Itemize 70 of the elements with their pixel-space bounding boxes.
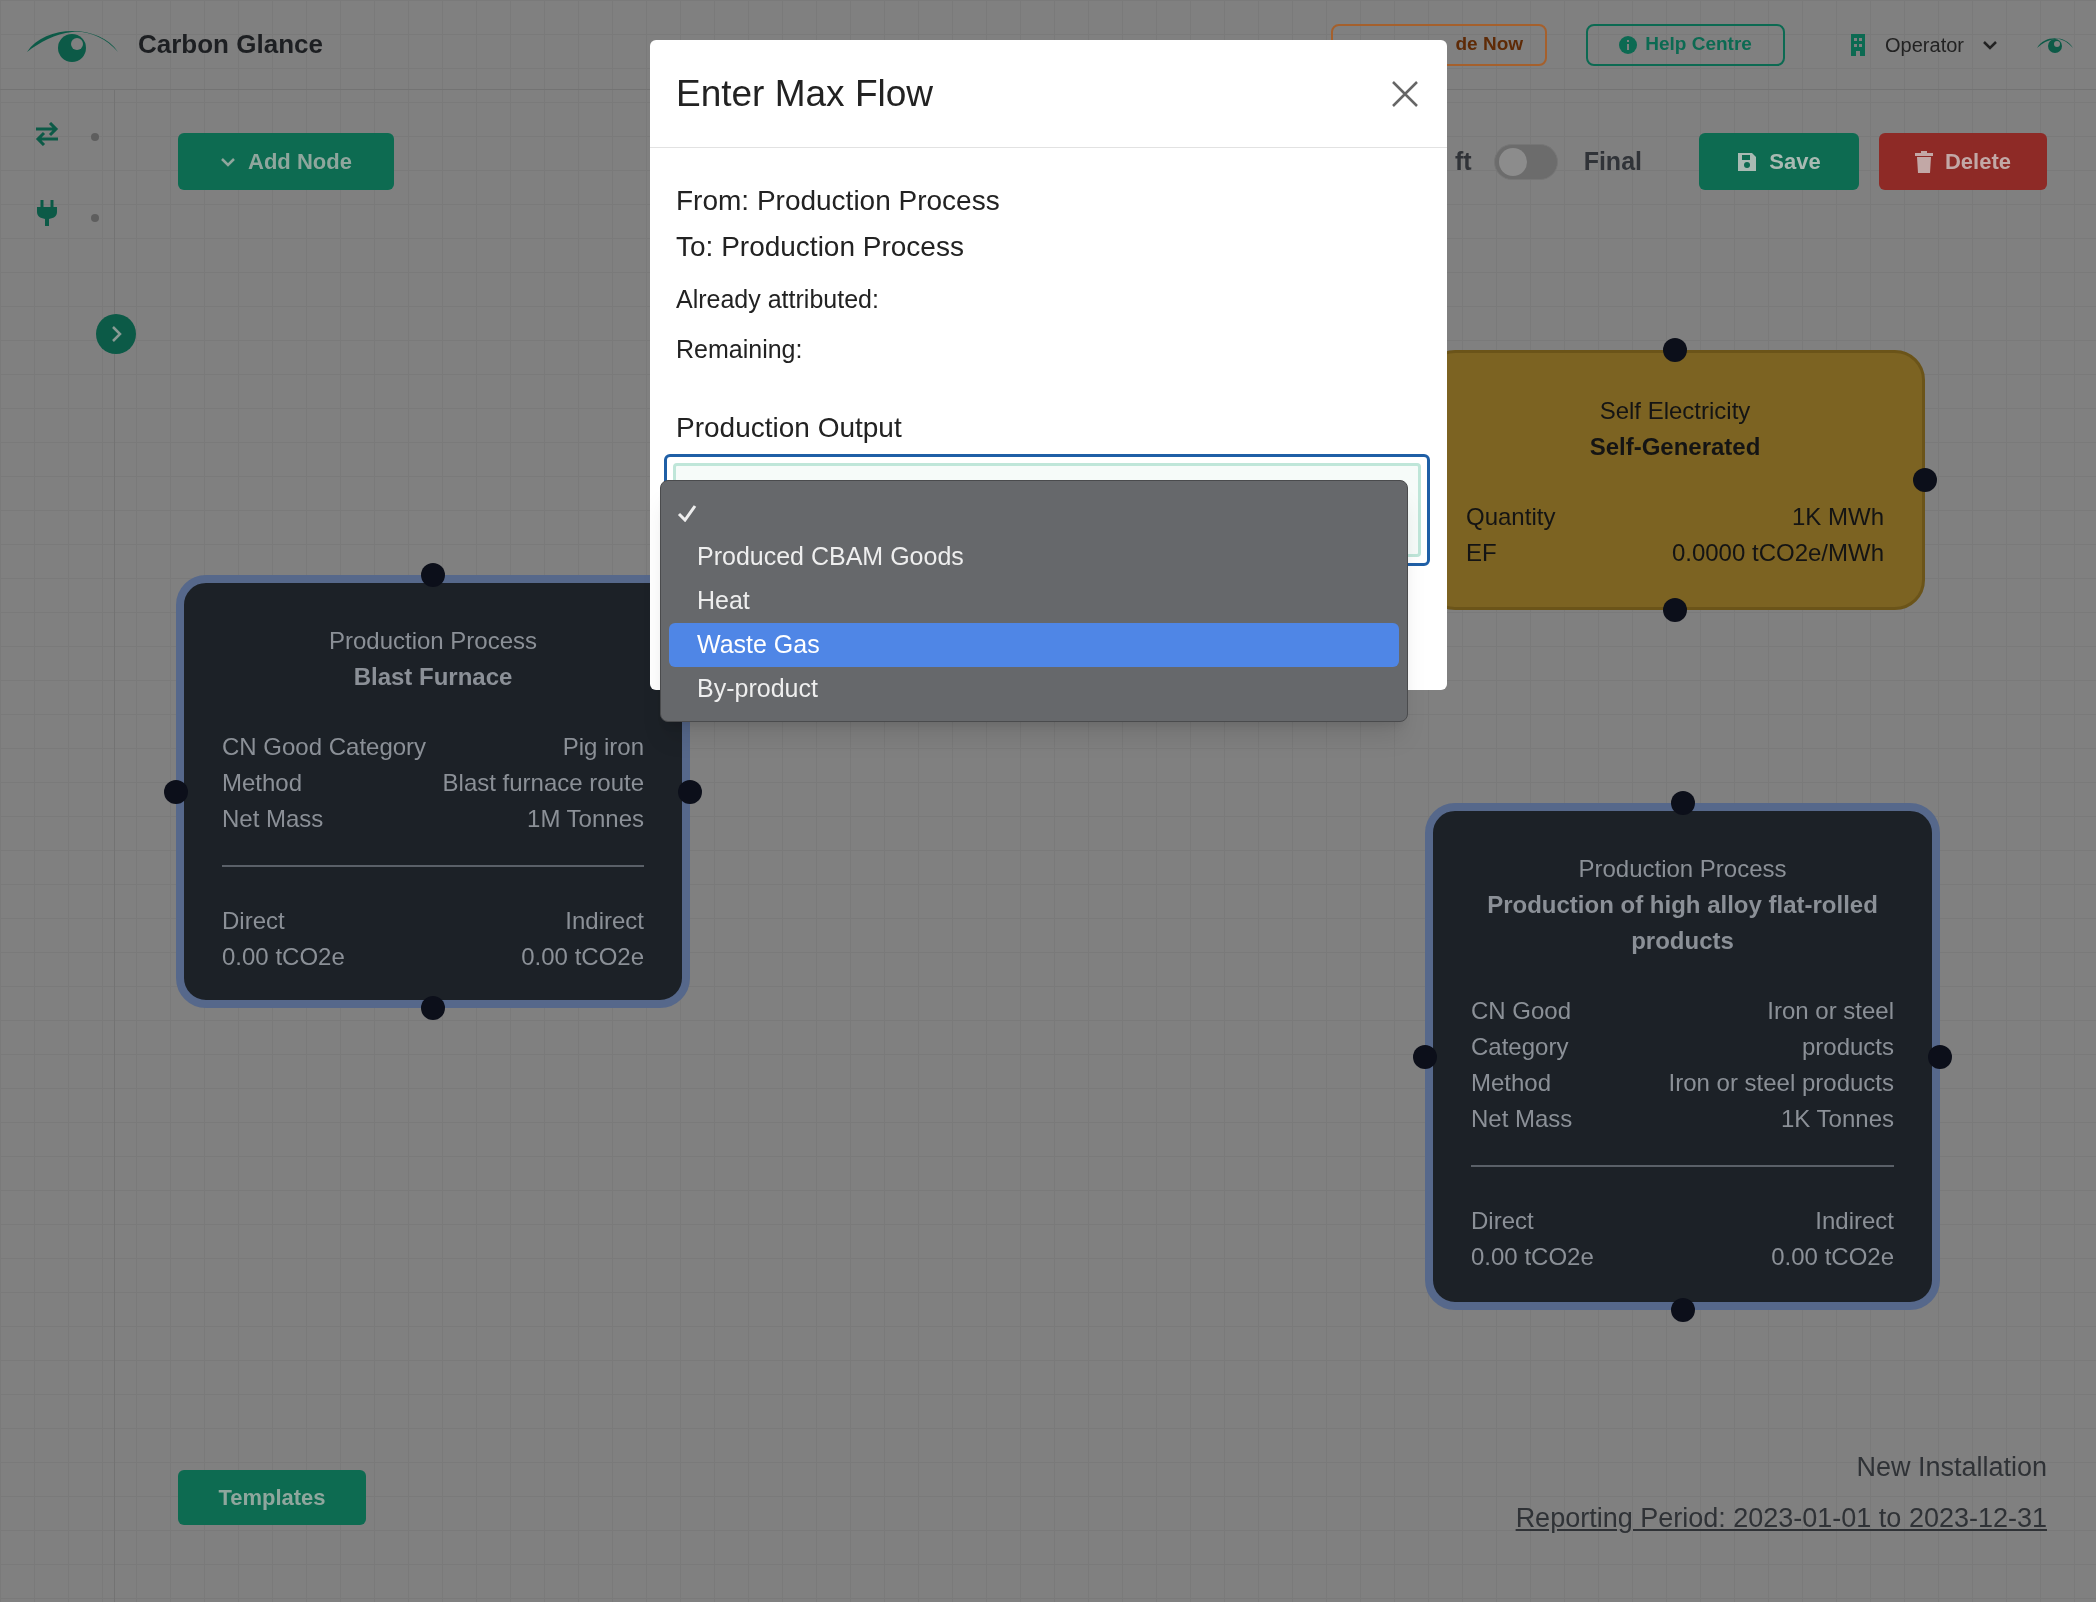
chevron-down-icon (220, 156, 237, 167)
connection-handle[interactable] (421, 563, 445, 587)
field-value: Blast furnace route (442, 768, 644, 798)
field-value: 0.0000 tCO2e/MWh (1671, 538, 1884, 568)
building-icon (1849, 33, 1868, 56)
reporting-period-link[interactable]: Reporting Period: 2023-01-01 to 2023-12-31 (1515, 1497, 2047, 1538)
field-value: Iron or steel products (1766, 996, 1894, 1062)
emission-value: 0.00 tCO2e (520, 942, 644, 972)
node-type: Production Process (1577, 854, 1788, 884)
installation-name: New Installation (1856, 1451, 2047, 1484)
dropdown-option[interactable]: Produced CBAM Goods (669, 535, 1399, 579)
node-name: Self-Generated (1588, 432, 1762, 462)
emission-label: Indirect (1814, 1206, 1894, 1236)
field-value: Iron or steel products (1668, 1068, 1894, 1098)
save-button[interactable]: Save (1699, 133, 1859, 190)
connection-handle[interactable] (1663, 598, 1687, 622)
field-value: Pig iron (562, 732, 644, 762)
node-type: Production Process (327, 626, 539, 656)
field-label: Production Output (676, 411, 903, 445)
connection-handle[interactable] (1413, 1044, 1437, 1069)
emission-label: Direct (222, 906, 286, 936)
connection-handle[interactable] (1913, 468, 1937, 492)
field-label: Method (1471, 1068, 1552, 1098)
checkmark-icon (677, 504, 697, 522)
field-label: Method (222, 768, 303, 798)
field-value: 1K Tonnes (1781, 1104, 1894, 1134)
dropdown-option[interactable]: Waste Gas (669, 623, 1399, 667)
from-text: From: Production Process (676, 184, 1001, 218)
node-name: Blast Furnace (352, 662, 514, 692)
emission-value: 0.00 tCO2e (1471, 1242, 1595, 1272)
modal-title: Enter Max Flow (676, 71, 933, 116)
already-attributed-text: Already attributed: (676, 284, 880, 315)
close-icon (1391, 79, 1419, 108)
status-toggle[interactable] (1493, 143, 1558, 180)
delete-button[interactable]: Delete (1879, 133, 2047, 190)
dropdown-option[interactable]: Heat (669, 579, 1399, 623)
node-type: Self Electricity (1598, 396, 1752, 426)
chevron-down-icon (1982, 39, 1998, 50)
field-value: 1M Tonnes (527, 804, 644, 834)
field-label: Quantity (1466, 502, 1556, 532)
brand-name: Carbon Glance (138, 28, 323, 61)
draft-label: ft (1455, 145, 1472, 177)
emission-label: Indirect (564, 906, 644, 936)
emission-value: 0.00 tCO2e (222, 942, 346, 972)
node-name: Production of high alloy flat-rolled products (1486, 890, 1879, 956)
connection-handle[interactable] (164, 779, 188, 804)
connection-handle[interactable] (678, 779, 702, 804)
to-text: To: Production Process (676, 230, 965, 264)
chevron-right-icon (110, 325, 122, 343)
final-label: Final (1583, 145, 1642, 177)
connection-handle[interactable] (1663, 338, 1687, 362)
add-node-button[interactable]: Add Node (178, 133, 394, 190)
expand-sidebar-button[interactable] (96, 314, 136, 354)
dropdown-option[interactable]: By-product (669, 667, 1399, 711)
field-value: 1K MWh (1792, 502, 1884, 532)
remaining-text: Remaining: (676, 334, 804, 365)
field-label: Net Mass (1471, 1104, 1573, 1134)
field-label: CN Good Category (1471, 996, 1573, 1062)
trash-icon (1914, 150, 1933, 173)
emission-value: 0.00 tCO2e (1770, 1242, 1894, 1272)
templates-button[interactable]: Templates (178, 1470, 366, 1525)
connection-handle[interactable] (1928, 1044, 1952, 1069)
field-label: CN Good Category (222, 732, 427, 762)
field-label: EF (1466, 538, 1497, 568)
field-label: Net Mass (222, 804, 324, 834)
connection-handle[interactable] (1670, 791, 1695, 815)
emission-label: Direct (1471, 1206, 1535, 1236)
connection-handle[interactable] (421, 996, 445, 1020)
user-menu[interactable]: Operator (1885, 29, 1998, 60)
info-icon (1619, 35, 1638, 54)
